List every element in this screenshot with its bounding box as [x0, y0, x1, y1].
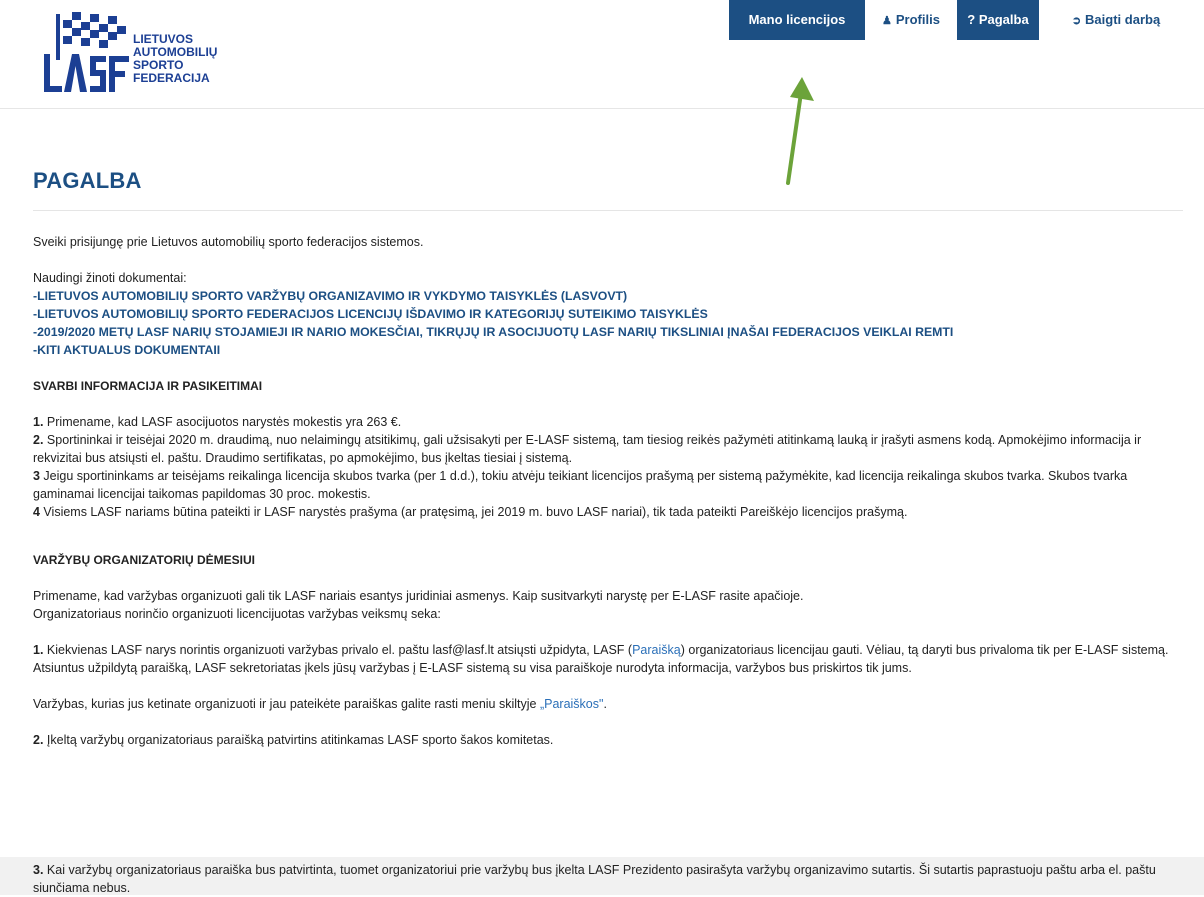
organizers-intro: Primename, kad varžybas organizuoti gali…	[33, 589, 804, 603]
organizers-section-title: VARŽYBŲ ORGANIZATORIŲ DĖMESIUI	[33, 553, 256, 567]
organizer-step-1: 1. Kiekvienas LASF narys norintis organi…	[33, 643, 1169, 657]
doc-link-licence-rules[interactable]: -LIETUVOS AUTOMOBILIŲ SPORTO FEDERACIJOS…	[33, 307, 708, 321]
nav-logout-label: Baigti darbą	[1085, 12, 1161, 27]
organizer-step-3: 3. Kai varžybų organizatoriaus paraiška …	[33, 863, 1156, 895]
important-item: 3 Jeigu sportininkams ar teisėjams reika…	[33, 469, 1128, 501]
nav-logout-link[interactable]: ➲ Baigti darbą	[1058, 0, 1174, 40]
organizer-step-1-detail: Atsiuntus užpildytą paraišką, LASF sekre…	[33, 661, 912, 675]
applications-menu-link[interactable]: „Paraiškos"	[540, 697, 603, 711]
nav-profile-label: Profilis	[895, 12, 940, 27]
important-section-title: SVARBI INFORMACIJA IR PASIKEITIMAI	[33, 379, 263, 393]
lasf-logo-mark-icon	[44, 12, 129, 92]
welcome-text: Sveiki prisijungę prie Lietuvos automobi…	[33, 235, 424, 249]
nav-my-licences-label: Mano licencijos	[748, 12, 846, 27]
organizers-intro: Organizatoriaus norinčio organizuoti lic…	[33, 607, 441, 621]
sign-out-icon: ➲	[1071, 15, 1082, 27]
doc-link-other[interactable]: -KITI AKTUALUS DOKUMENTAII	[33, 343, 220, 357]
doc-link-fees[interactable]: -2019/2020 METŲ LASF NARIŲ STOJAMIEJI IR…	[33, 325, 953, 339]
help-body: Sveiki prisijungę prie Lietuvos automobi…	[33, 233, 1183, 749]
site-header: LIETUVOS AUTOMOBILIŲ SPORTO FEDERACIJA M…	[0, 0, 1204, 109]
application-form-link[interactable]: Paraišką	[632, 643, 681, 657]
important-item: 4 Visiems LASF nariams būtina pateikti i…	[33, 505, 908, 519]
lasf-logo[interactable]: LIETUVOS AUTOMOBILIŲ SPORTO FEDERACIJA	[42, 10, 242, 102]
nav-help-label: ? Pagalba	[967, 12, 1029, 27]
nav-help-button[interactable]: ? Pagalba	[957, 0, 1039, 40]
nav-profile-link[interactable]: ♟ Profilis	[872, 0, 950, 40]
nav-my-licences-button[interactable]: Mano licencijos	[729, 0, 865, 40]
logo-wordmark: LIETUVOS AUTOMOBILIŲ SPORTO FEDERACIJA	[133, 33, 217, 85]
logo-line: FEDERACIJA	[133, 71, 210, 85]
docs-intro: Naudingi žinoti dokumentai:	[33, 271, 187, 285]
organizer-step-2: 2. Įkeltą varžybų organizatoriaus paraiš…	[33, 733, 554, 747]
user-icon: ♟	[882, 15, 892, 27]
important-item: 1. Primename, kad LASF asocijuotos narys…	[33, 415, 402, 429]
doc-link-lasvovt[interactable]: -LIETUVOS AUTOMOBILIŲ SPORTO VARŽYBŲ ORG…	[33, 289, 627, 303]
title-divider	[33, 210, 1183, 211]
annotation-arrow-icon	[786, 77, 814, 185]
applications-menu-text: Varžybas, kurias jus ketinate organizuot…	[33, 697, 607, 711]
important-item: 2. Sportininkai ir teisėjai 2020 m. drau…	[33, 433, 1142, 465]
page-title: PAGALBA	[33, 168, 142, 193]
